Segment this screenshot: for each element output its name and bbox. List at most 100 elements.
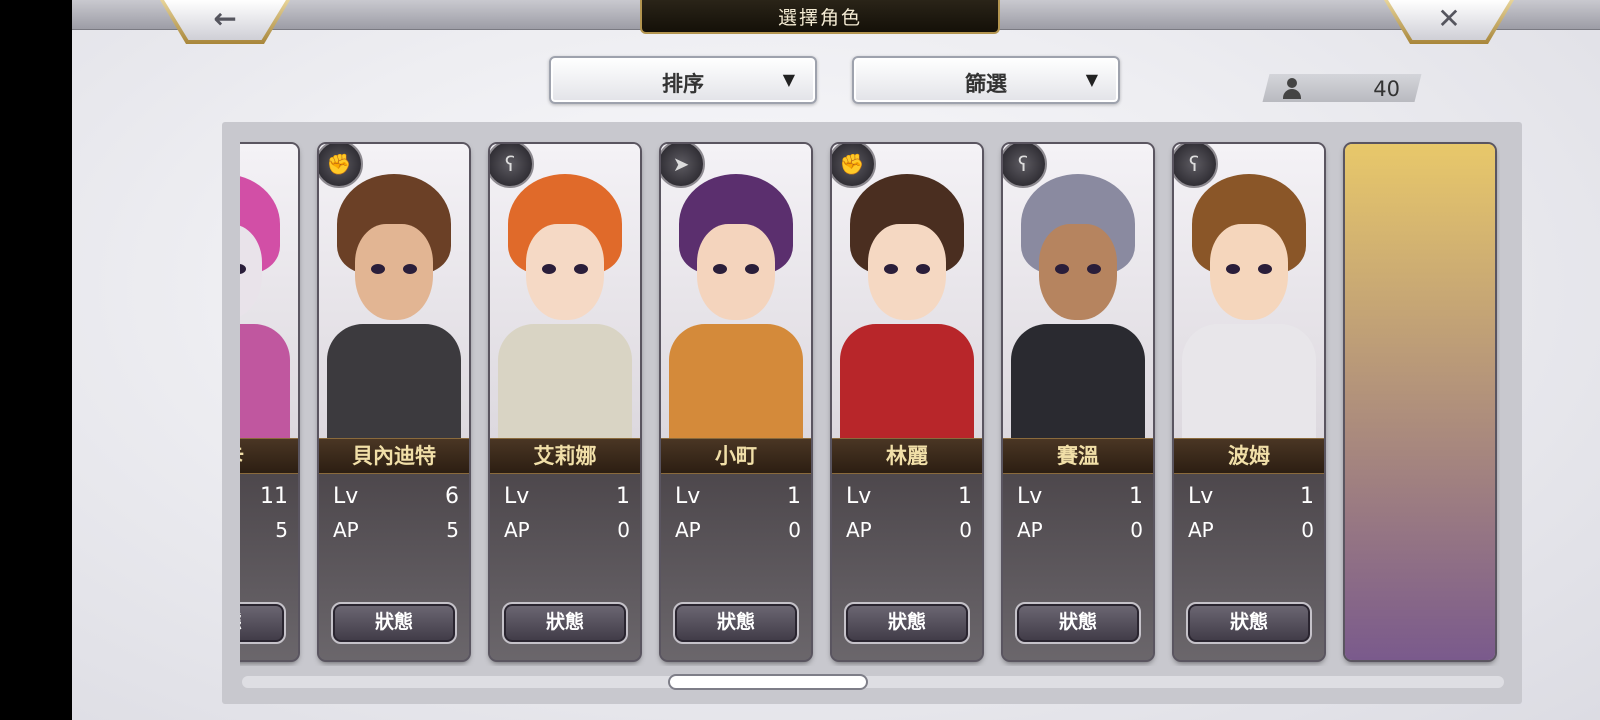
character-name: 波姆 bbox=[1174, 438, 1324, 474]
level-label: Lv bbox=[675, 484, 701, 509]
character-card[interactable]: ➤ 小町 Lv 1 AP 0 狀態 bbox=[661, 144, 811, 660]
character-name: 小町 bbox=[661, 438, 811, 474]
character-portrait bbox=[661, 144, 811, 444]
level-label: Lv bbox=[504, 484, 530, 509]
character-portrait bbox=[490, 144, 640, 444]
ap-value: 0 bbox=[1130, 518, 1143, 542]
level-row: Lv 1 bbox=[675, 484, 801, 514]
portrait-face bbox=[526, 224, 604, 320]
ap-row: AP 0 bbox=[846, 518, 972, 548]
level-row: Lv 1 bbox=[1017, 484, 1143, 514]
portrait-eye bbox=[1226, 264, 1240, 274]
character-card[interactable]: ʕ 波姆 Lv 1 AP 0 狀態 bbox=[1174, 144, 1324, 660]
level-label: Lv bbox=[1188, 484, 1214, 509]
level-row: Lv 11 bbox=[240, 484, 288, 514]
filter-label: 篩選 bbox=[965, 71, 1007, 96]
character-count: 40 bbox=[1373, 77, 1400, 101]
game-screen: ← 選擇角色 ✕ 排序 ▼ 篩選 ▼ 40 ✋ 莉卡 Lv 11 bbox=[72, 0, 1600, 720]
ap-value: 0 bbox=[959, 518, 972, 542]
ap-value: 0 bbox=[617, 518, 630, 542]
status-button[interactable]: 狀態 bbox=[844, 602, 970, 644]
portrait-eye bbox=[713, 264, 727, 274]
ap-label: AP bbox=[846, 518, 872, 542]
portrait-face bbox=[355, 224, 433, 320]
portrait-outfit bbox=[498, 324, 632, 444]
scrollbar-track[interactable] bbox=[242, 676, 1504, 688]
character-card-partial[interactable] bbox=[1345, 144, 1495, 660]
close-button[interactable]: ✕ bbox=[1384, 0, 1514, 44]
back-button[interactable]: ← bbox=[160, 0, 290, 44]
level-value: 1 bbox=[787, 484, 801, 509]
portrait-eye bbox=[916, 264, 930, 274]
filter-dropdown[interactable]: 篩選 ▼ bbox=[852, 56, 1120, 104]
level-label: Lv bbox=[1017, 484, 1043, 509]
portrait-eye bbox=[1087, 264, 1101, 274]
ap-row: AP 0 bbox=[504, 518, 630, 548]
status-button[interactable]: 狀態 bbox=[1186, 602, 1312, 644]
ap-label: AP bbox=[1188, 518, 1214, 542]
character-card[interactable]: ʕ 艾莉娜 Lv 1 AP 0 狀態 bbox=[490, 144, 640, 660]
character-portrait bbox=[1174, 144, 1324, 444]
status-button[interactable]: 狀態 bbox=[1015, 602, 1141, 644]
portrait-face bbox=[1039, 224, 1117, 320]
character-stats: Lv 1 AP 0 狀態 bbox=[1174, 474, 1324, 660]
character-carousel[interactable]: ✋ 莉卡 Lv 11 AP 5 狀態 ✊ 貝內迪特 Lv 6 bbox=[240, 138, 1500, 666]
level-value: 11 bbox=[260, 484, 288, 509]
ap-row: AP 0 bbox=[675, 518, 801, 548]
level-row: Lv 6 bbox=[333, 484, 459, 514]
level-label: Lv bbox=[846, 484, 872, 509]
sort-label: 排序 bbox=[662, 71, 704, 96]
level-value: 6 bbox=[445, 484, 459, 509]
level-row: Lv 1 bbox=[504, 484, 630, 514]
character-card[interactable]: ✊ 貝內迪特 Lv 6 AP 5 狀態 bbox=[319, 144, 469, 660]
portrait-eye bbox=[403, 264, 417, 274]
chevron-down-icon: ▼ bbox=[782, 70, 795, 89]
portrait-eye bbox=[371, 264, 385, 274]
portrait-face bbox=[1210, 224, 1288, 320]
portrait-eye bbox=[574, 264, 588, 274]
status-button[interactable]: 狀態 bbox=[673, 602, 799, 644]
portrait-face bbox=[868, 224, 946, 320]
level-value: 1 bbox=[1129, 484, 1143, 509]
character-name: 林麗 bbox=[832, 438, 982, 474]
portrait-outfit bbox=[669, 324, 803, 444]
character-stats: Lv 11 AP 5 狀態 bbox=[240, 474, 298, 660]
character-stats: Lv 6 AP 5 狀態 bbox=[319, 474, 469, 660]
portrait-eye bbox=[884, 264, 898, 274]
character-portrait bbox=[319, 144, 469, 444]
portrait-eye bbox=[542, 264, 556, 274]
ap-value: 5 bbox=[446, 518, 459, 542]
status-button[interactable]: 狀態 bbox=[502, 602, 628, 644]
character-stats: Lv 1 AP 0 狀態 bbox=[832, 474, 982, 660]
character-card[interactable]: ✋ 莉卡 Lv 11 AP 5 狀態 bbox=[240, 144, 298, 660]
ap-value: 5 bbox=[275, 518, 288, 542]
scrollbar-thumb[interactable] bbox=[668, 674, 868, 690]
character-card[interactable]: ʕ 賽溫 Lv 1 AP 0 狀態 bbox=[1003, 144, 1153, 660]
sort-dropdown[interactable]: 排序 ▼ bbox=[549, 56, 817, 104]
ap-label: AP bbox=[1017, 518, 1043, 542]
level-value: 1 bbox=[616, 484, 630, 509]
portrait-outfit bbox=[1011, 324, 1145, 444]
portrait-outfit bbox=[840, 324, 974, 444]
portrait-outfit bbox=[1182, 324, 1316, 444]
ap-label: AP bbox=[675, 518, 701, 542]
character-portrait bbox=[832, 144, 982, 444]
character-card[interactable]: ✊ 林麗 Lv 1 AP 0 狀態 bbox=[832, 144, 982, 660]
person-icon bbox=[1282, 78, 1302, 100]
character-stats: Lv 1 AP 0 狀態 bbox=[1003, 474, 1153, 660]
character-name: 賽溫 bbox=[1003, 438, 1153, 474]
character-name: 艾莉娜 bbox=[490, 438, 640, 474]
character-stats: Lv 1 AP 0 狀態 bbox=[661, 474, 811, 660]
level-label: Lv bbox=[333, 484, 359, 509]
character-stats: Lv 1 AP 0 狀態 bbox=[490, 474, 640, 660]
status-button[interactable]: 狀態 bbox=[331, 602, 457, 644]
character-name: 莉卡 bbox=[240, 438, 298, 474]
portrait-outfit bbox=[240, 324, 290, 444]
character-portrait bbox=[1003, 144, 1153, 444]
portrait-eye bbox=[745, 264, 759, 274]
level-row: Lv 1 bbox=[1188, 484, 1314, 514]
ap-label: AP bbox=[333, 518, 359, 542]
ap-label: AP bbox=[504, 518, 530, 542]
ap-row: AP 0 bbox=[1188, 518, 1314, 548]
status-button[interactable]: 狀態 bbox=[240, 602, 286, 644]
